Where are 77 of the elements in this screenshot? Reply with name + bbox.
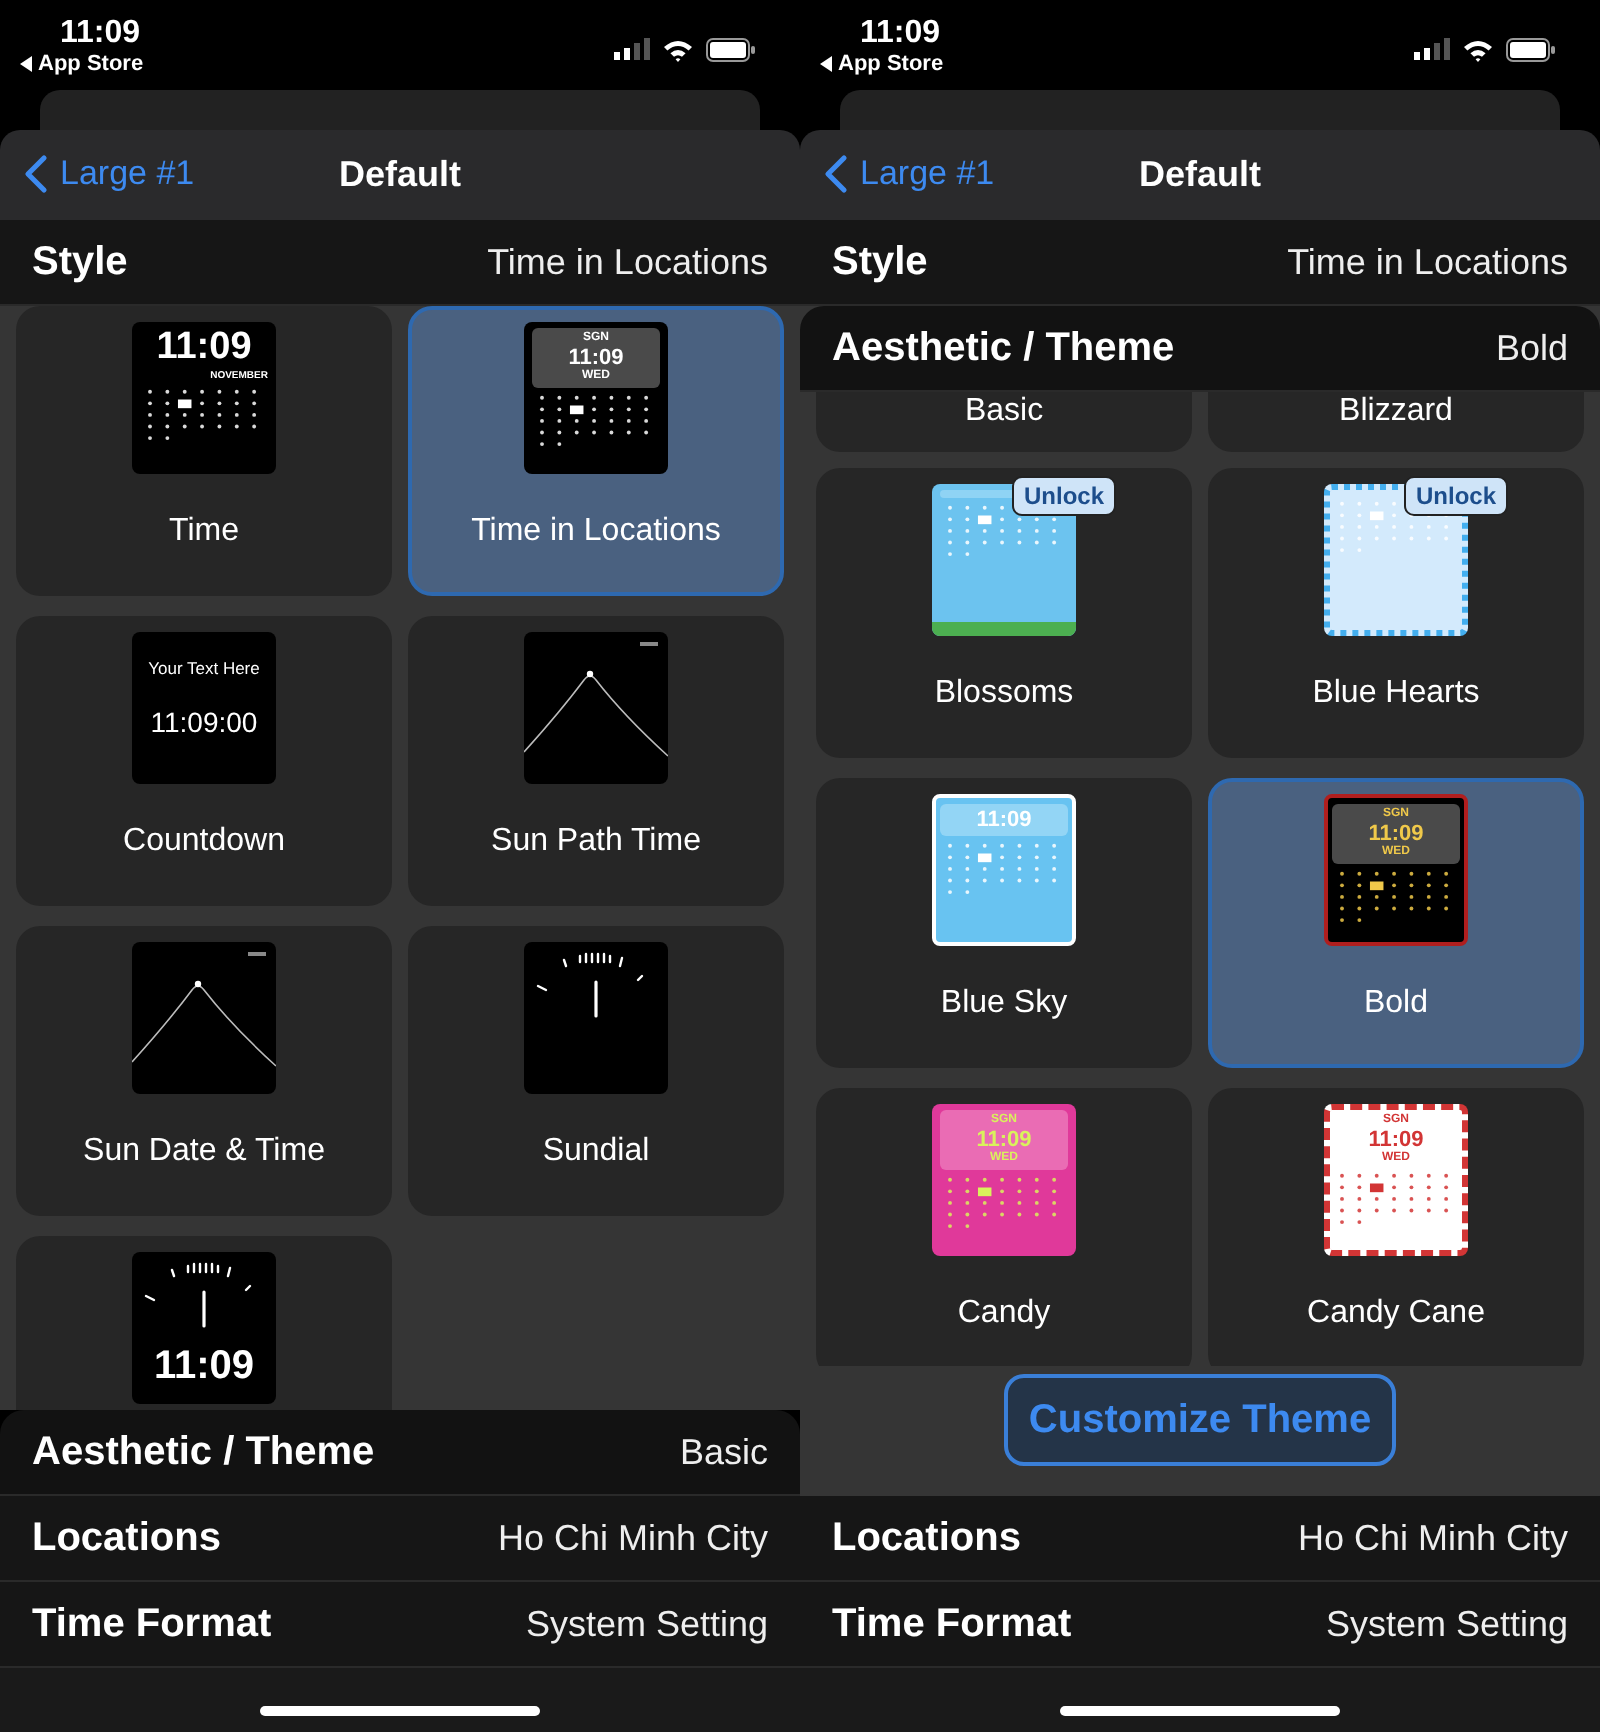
option-label: Sun Date & Time: [83, 1134, 325, 1170]
row-label: Time Format: [32, 1601, 272, 1647]
row-label: Aesthetic / Theme: [832, 325, 1175, 371]
option-card[interactable]: 11:09: [16, 1236, 392, 1410]
option-label: Sun Path Time: [491, 824, 701, 860]
back-triangle-icon: [20, 56, 32, 72]
option-card[interactable]: Unlock Blue Hearts: [1208, 468, 1584, 758]
unlock-badge[interactable]: Unlock: [1011, 476, 1116, 516]
settings-row[interactable]: Locations Ho Chi Minh City: [800, 1496, 1600, 1582]
nav-title: Default: [338, 154, 461, 196]
wifi-icon: [662, 37, 694, 61]
row-value: Ho Chi Minh City: [1297, 1517, 1568, 1559]
preview-caption: Your Text Here: [148, 658, 260, 678]
row-label: Locations: [32, 1515, 221, 1561]
option-card[interactable]: Sun Path Time: [408, 616, 784, 906]
option-label: Time: [169, 514, 239, 550]
unlock-badge[interactable]: Unlock: [1403, 476, 1508, 516]
back-to-app-link[interactable]: App Store: [838, 52, 944, 76]
preview-time: 11:09: [1368, 1128, 1424, 1152]
preview-time: 11:09: [976, 1128, 1032, 1152]
option-card[interactable]: Your Text Here 11:09:00 Countdown: [16, 616, 392, 906]
row-label: Style: [32, 239, 128, 285]
settings-row[interactable]: Style Time in Locations: [0, 220, 800, 306]
row-value: Basic: [679, 1431, 768, 1473]
preview-time: 11:09: [156, 326, 252, 370]
preview-time: 11:09: [976, 808, 1032, 832]
option-label: Countdown: [123, 824, 285, 860]
option-label: Candy: [957, 1296, 1051, 1332]
option-card[interactable]: Unlock Blossoms: [816, 468, 1192, 758]
back-to-app-link[interactable]: App Store: [38, 52, 144, 76]
option-card[interactable]: Sundial: [408, 926, 784, 1216]
settings-row[interactable]: Style Time in Locations: [800, 220, 1600, 306]
option-card[interactable]: 11:09 Blue Sky: [816, 778, 1192, 1068]
theme-card[interactable]: Blizzard: [1208, 392, 1584, 452]
battery-icon: [706, 37, 756, 61]
theme-card[interactable]: Basic: [816, 392, 1192, 452]
back-link[interactable]: Large #1: [60, 154, 195, 194]
back-triangle-icon: [820, 56, 832, 72]
battery-icon: [1506, 37, 1556, 61]
option-label: Time in Locations: [471, 514, 721, 550]
preview-time: 11:09: [1368, 822, 1424, 846]
settings-row[interactable]: Aesthetic / Theme Basic: [0, 1410, 800, 1496]
option-label: Candy Cane: [1307, 1296, 1485, 1332]
signal-icon: [1414, 38, 1450, 60]
customize-theme-button[interactable]: Customize Theme: [1004, 1374, 1396, 1466]
wifi-icon: [1462, 37, 1494, 61]
nav-title: Default: [1138, 154, 1261, 196]
status-time: 11:09: [860, 16, 941, 52]
row-value: System Setting: [525, 1603, 768, 1645]
row-label: Style: [832, 239, 928, 285]
row-label: Locations: [832, 1515, 1021, 1561]
row-value: Time in Locations: [1287, 241, 1568, 283]
option-label: Blue Sky: [940, 986, 1068, 1022]
chevron-left-icon: [24, 154, 48, 194]
option-card[interactable]: Sun Date & Time: [16, 926, 392, 1216]
row-value: System Setting: [1325, 1603, 1568, 1645]
status-time: 11:09: [60, 16, 141, 52]
row-label: Aesthetic / Theme: [32, 1429, 375, 1475]
settings-row[interactable]: Locations Ho Chi Minh City: [0, 1496, 800, 1582]
option-label: Blue Hearts: [1312, 676, 1480, 712]
option-label: Blossoms: [934, 676, 1074, 712]
chevron-left-icon: [824, 154, 848, 194]
grass-drawing: [932, 622, 1076, 636]
settings-row[interactable]: Time Format System Setting: [800, 1582, 1600, 1668]
settings-row[interactable]: Time Format System Setting: [0, 1582, 800, 1668]
preview-time: 11:09:00: [150, 706, 258, 738]
option-label: Sundial: [542, 1134, 650, 1170]
preview-time: 11:09: [568, 346, 624, 370]
preview-time: 11:09: [153, 1344, 255, 1390]
row-label: Time Format: [832, 1601, 1072, 1647]
row-value: Time in Locations: [487, 241, 768, 283]
row-value: Bold: [1495, 327, 1568, 369]
option-label: Bold: [1363, 986, 1429, 1022]
row-value: Ho Chi Minh City: [497, 1517, 768, 1559]
signal-icon: [614, 38, 650, 60]
settings-row[interactable]: Aesthetic / Theme Bold: [800, 306, 1600, 392]
back-link[interactable]: Large #1: [860, 154, 995, 194]
